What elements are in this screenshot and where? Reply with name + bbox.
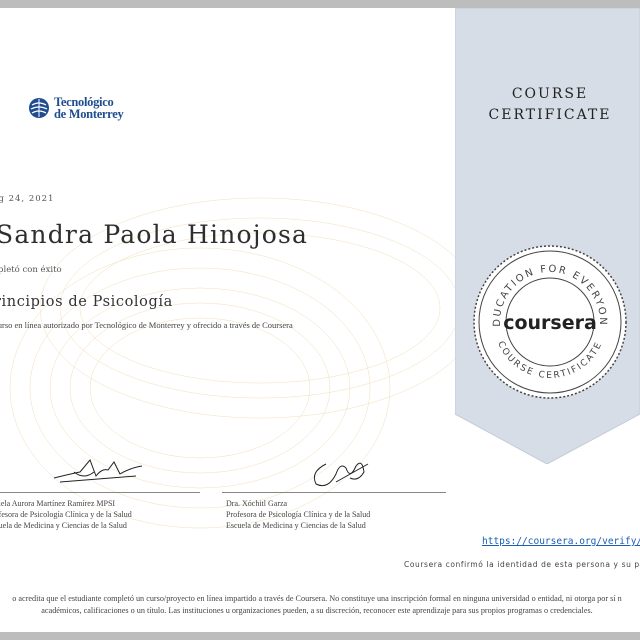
disclaimer: o acredita que el estudiante completó un… bbox=[0, 593, 640, 617]
signatory-1-school: scuela de Medicina y Ciencias de la Salu… bbox=[0, 521, 127, 530]
signatory-2-school: Escuela de Medicina y Ciencias de la Sal… bbox=[226, 521, 366, 530]
ribbon-title-line1: COURSE bbox=[511, 86, 589, 102]
institution-logo: Tecnológico de Monterrey bbox=[28, 96, 124, 121]
seal-brand: coursera bbox=[503, 312, 597, 334]
course-name: rincipios de Psicología bbox=[0, 294, 173, 310]
institution-name-line2: de Monterrey bbox=[54, 107, 124, 121]
signature-1 bbox=[53, 459, 143, 483]
disclaimer-line1: o acredita que el estudiante completó un… bbox=[12, 594, 622, 603]
signatory-2-title: Profesora de Psicología Clínica y de la … bbox=[226, 510, 371, 519]
signature-line-2 bbox=[222, 492, 446, 493]
signature-2 bbox=[313, 462, 369, 487]
certificate: Tecnológico de Monterrey ug 24, 2021 San… bbox=[0, 8, 640, 632]
signature-line-1 bbox=[0, 492, 200, 493]
course-description: curso en línea autorizado por Tecnológic… bbox=[0, 320, 293, 330]
ribbon-title-line2: CERTIFICATE bbox=[488, 107, 612, 123]
signatory-1-title: rofesora de Psicología Clínica y de la S… bbox=[0, 510, 132, 519]
identity-confirmation: Coursera confirmó la identidad de esta p… bbox=[404, 560, 640, 569]
signatory-2: Dra. Xóchitl Garza Profesora de Psicolog… bbox=[226, 498, 370, 531]
globe-icon bbox=[29, 98, 49, 118]
completed-text: mpletó con éxito bbox=[0, 265, 62, 275]
verify-link[interactable]: https://coursera.org/verify/MT67 bbox=[482, 536, 640, 547]
ribbon-title: COURSE CERTIFICATE bbox=[460, 84, 640, 126]
signatory-1-name: briela Aurora Martínez Ramírez MPSI bbox=[0, 499, 116, 508]
certificate-date: ug 24, 2021 bbox=[0, 194, 55, 204]
signatory-1: briela Aurora Martínez Ramírez MPSI rofe… bbox=[0, 498, 132, 531]
coursera-seal: EDUCATION FOR EVERYONE COURSE CERTIFICAT… bbox=[472, 244, 627, 399]
disclaimer-line2: académicos, calificaciones o un título. … bbox=[41, 606, 593, 615]
signatory-2-name: Dra. Xóchitl Garza bbox=[226, 499, 288, 508]
recipient-name: Sandra Paola Hinojosa bbox=[0, 220, 309, 249]
